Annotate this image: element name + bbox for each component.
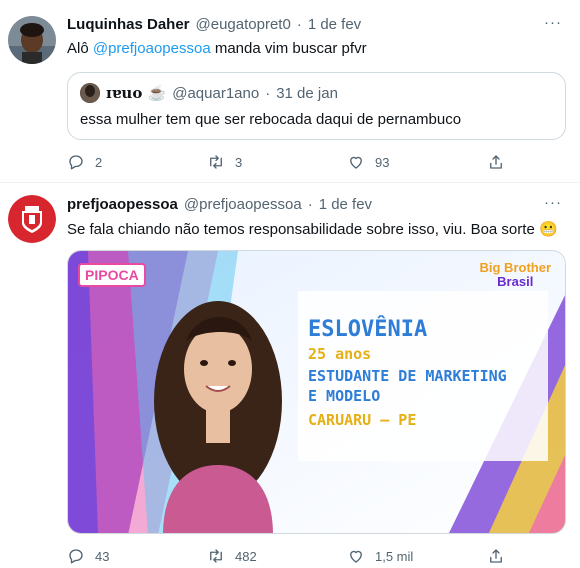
bbb-logo-line2: Brasil	[497, 274, 534, 289]
author-handle[interactable]: @eugatopret0	[196, 16, 291, 33]
share-button[interactable]	[487, 547, 507, 565]
retweet-icon	[210, 549, 222, 563]
like-count: 93	[375, 154, 390, 170]
separator-dot: ·	[307, 196, 313, 213]
share-button[interactable]	[487, 153, 507, 171]
author-name[interactable]: Luquinhas Daher	[67, 16, 190, 33]
retweet-button[interactable]: 482	[207, 547, 317, 565]
tweet-actions: 2 3 93	[67, 153, 507, 171]
more-icon[interactable]: ···	[544, 194, 562, 211]
reply-count: 2	[95, 154, 103, 170]
card-age: 25 anos	[308, 345, 372, 363]
tweet-text: Se fala chiando não temos responsabilida…	[67, 221, 558, 238]
media-tag-pipoca: PIPOCA	[78, 263, 146, 287]
tweet-media-image[interactable]: PIPOCA Big Brother Brasil ESLOVÊNIA 25 a…	[67, 250, 566, 534]
retweet-button[interactable]: 3	[207, 153, 317, 171]
avatar[interactable]	[8, 16, 56, 64]
like-button[interactable]: 1,5 mil	[347, 547, 457, 565]
card-occupation-line1: ESTUDANTE DE MARKETING	[308, 367, 507, 385]
card-occupation-line2: E MODELO	[308, 387, 381, 405]
tweet-1[interactable]: Luquinhas Daher @eugatopret0 · 1 de fev …	[0, 0, 580, 182]
quote-avatar[interactable]	[80, 83, 100, 103]
tweet-text-prefix: Alô	[67, 40, 93, 57]
quote-text: essa mulher tem que ser rebocada daqui d…	[80, 111, 462, 128]
tweet-text-suffix: manda vim buscar pfvr	[210, 40, 367, 57]
author-handle[interactable]: @prefjoaopessoa	[184, 196, 302, 213]
separator-dot: ·	[265, 85, 271, 102]
quote-author-name[interactable]: ɪɐuo ☕	[106, 84, 166, 102]
more-icon[interactable]: ···	[544, 14, 562, 31]
tweet-date[interactable]: 1 de fev	[308, 16, 361, 33]
like-count: 1,5 mil	[375, 548, 414, 564]
like-icon	[350, 550, 362, 563]
separator-dot: ·	[296, 16, 302, 33]
share-icon	[490, 155, 502, 169]
reply-button[interactable]: 43	[67, 547, 177, 565]
avatar[interactable]	[8, 195, 56, 243]
tweet-2[interactable]: prefjoaopessoa @prefjoaopessoa · 1 de fe…	[0, 183, 580, 568]
like-icon	[350, 156, 362, 169]
card-city: CARUARU – PE	[308, 411, 417, 429]
card-name: ESLOVÊNIA	[308, 317, 428, 342]
like-button[interactable]: 93	[347, 153, 457, 171]
retweet-count: 3	[235, 154, 243, 170]
bbb-logo: Big Brother Brasil	[480, 261, 552, 289]
tweet-text: Alô @prefjoaopessoa manda vim buscar pfv…	[67, 40, 367, 57]
share-icon	[490, 549, 502, 563]
reply-button[interactable]: 2	[67, 153, 177, 171]
retweet-count: 482	[235, 548, 257, 564]
bbb-logo-line1: Big Brother	[479, 260, 552, 275]
retweet-icon	[210, 155, 222, 169]
quote-date[interactable]: 31 de jan	[276, 85, 338, 102]
mention-link[interactable]: @prefjoaopessoa	[93, 40, 211, 57]
author-name[interactable]: prefjoaopessoa	[67, 196, 178, 213]
reply-icon	[69, 549, 83, 564]
tweet-actions: 43 482 1,5 mil	[67, 547, 507, 565]
quote-author-handle[interactable]: @aquar1ano	[172, 85, 259, 102]
reply-icon	[69, 155, 83, 170]
reply-count: 43	[95, 548, 110, 564]
quoted-tweet[interactable]: ɪɐuo ☕ @aquar1ano · 31 de jan essa mulhe…	[67, 72, 566, 140]
tweet-date[interactable]: 1 de fev	[319, 196, 372, 213]
